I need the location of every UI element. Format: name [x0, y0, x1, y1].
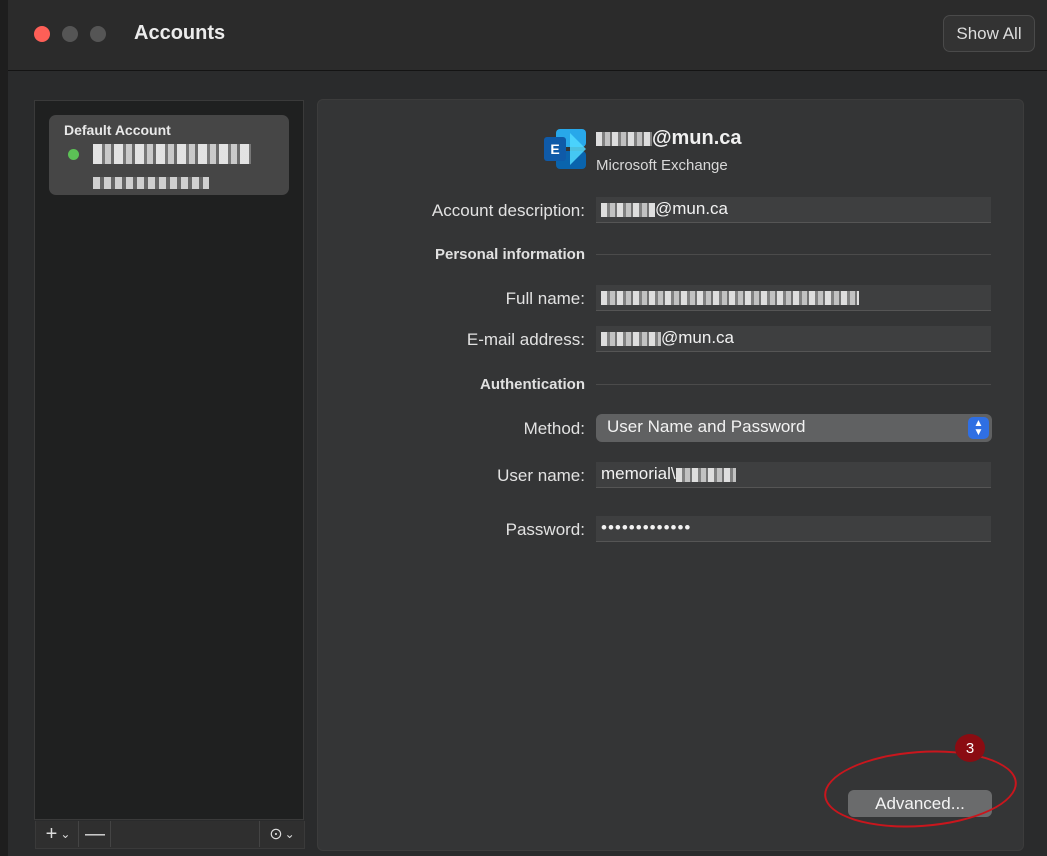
- account-email-heading: @mun.ca: [596, 127, 742, 150]
- redacted-account-address: [93, 177, 209, 189]
- show-all-button[interactable]: Show All: [943, 15, 1035, 52]
- more-actions-button[interactable]: ⊙ ⌄: [259, 821, 304, 847]
- ellipsis-circle-icon: ⊙: [269, 826, 283, 843]
- password-field[interactable]: •••••••••••••: [596, 516, 991, 542]
- full-name-label: Full name:: [505, 289, 585, 308]
- full-name-field[interactable]: [596, 285, 991, 311]
- add-account-button[interactable]: + ⌄: [38, 821, 79, 847]
- account-type: Microsoft Exchange: [596, 157, 728, 174]
- authentication-heading: Authentication: [480, 376, 585, 393]
- chevron-down-icon: ⌄: [60, 827, 71, 841]
- account-details-panel: E @mun.ca Microsoft Exchange Account des…: [317, 99, 1024, 851]
- username-label: User name:: [497, 466, 585, 485]
- window-title: Accounts: [134, 22, 226, 44]
- method-select[interactable]: User Name and Password ▲ ▼: [596, 414, 992, 442]
- password-label: Password:: [505, 520, 585, 539]
- redacted-account-name: [93, 144, 251, 164]
- personal-information-heading: Personal information: [434, 246, 585, 263]
- email-address-field[interactable]: @mun.ca: [596, 326, 991, 352]
- plus-icon: +: [45, 822, 58, 845]
- section-divider: [596, 254, 991, 255]
- chevron-down-icon: ⌄: [284, 827, 295, 841]
- method-label: Method:: [523, 419, 585, 438]
- sidebar-toolbar: + ⌄ — ⊙ ⌄: [35, 821, 305, 849]
- username-field[interactable]: memorial\: [596, 462, 991, 488]
- annotation-step-badge: 3: [955, 734, 985, 762]
- redacted-username: [596, 131, 652, 146]
- accounts-window: Accounts Show All Default Account + ⌄ — …: [8, 0, 1047, 856]
- account-list-item[interactable]: Default Account: [49, 115, 289, 195]
- zoom-button[interactable]: [90, 26, 106, 42]
- email-address-label: E-mail address:: [466, 330, 585, 349]
- microsoft-exchange-icon: E: [544, 129, 586, 169]
- close-button[interactable]: [34, 26, 50, 42]
- title-bar: Accounts Show All: [8, 0, 1047, 71]
- accounts-sidebar: Default Account + ⌄ — ⊙ ⌄: [34, 100, 305, 849]
- account-description-label: Account description:: [431, 201, 585, 220]
- remove-account-button[interactable]: —: [80, 821, 111, 847]
- minimize-button[interactable]: [62, 26, 78, 42]
- account-heading: Default Account: [64, 122, 171, 138]
- section-divider: [596, 384, 991, 385]
- svg-text:E: E: [550, 141, 559, 157]
- chevron-updown-icon: ▲ ▼: [968, 417, 989, 439]
- account-description-field[interactable]: @mun.ca: [596, 197, 991, 223]
- status-online-icon: [68, 149, 79, 160]
